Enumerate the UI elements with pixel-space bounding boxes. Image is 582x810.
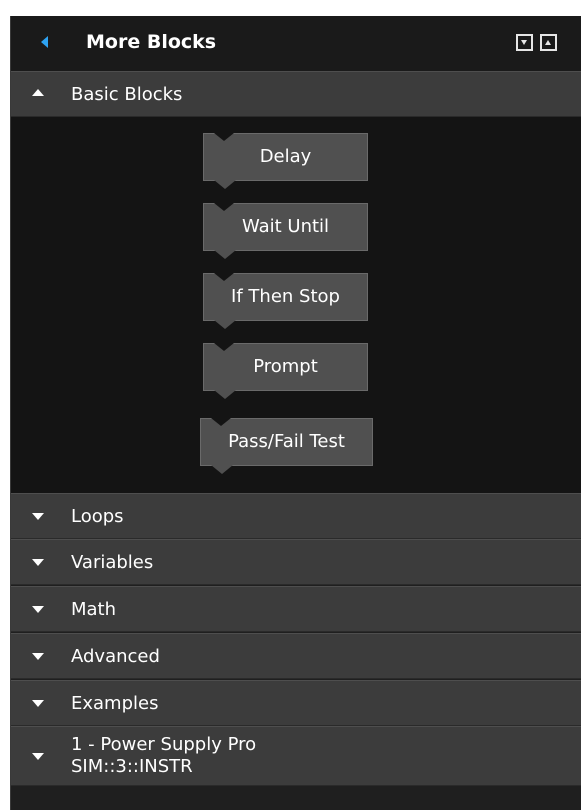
restore-window-button[interactable] xyxy=(540,34,557,51)
section-label: Math xyxy=(71,599,117,620)
section-advanced[interactable]: Advanced xyxy=(11,633,581,679)
expand-arrow-icon xyxy=(32,753,44,760)
instrument-name: 1 - Power Supply Pro xyxy=(71,734,257,755)
expand-arrow-icon xyxy=(32,559,44,566)
minimize-window-button[interactable] xyxy=(516,34,533,51)
block-label: Delay xyxy=(259,146,312,167)
section-basic-blocks[interactable]: Basic Blocks xyxy=(11,71,581,117)
block-label: Pass/Fail Test xyxy=(228,431,345,452)
expand-arrow-icon xyxy=(32,653,44,660)
basic-blocks-area: Delay Wait Until If Then Stop Prompt Pas… xyxy=(11,117,581,493)
block-label: If Then Stop xyxy=(231,286,340,307)
block-prompt[interactable]: Prompt xyxy=(203,343,368,399)
block-delay[interactable]: Delay xyxy=(203,133,368,189)
section-instrument[interactable]: 1 - Power Supply Pro SIM::3::INSTR xyxy=(11,726,581,786)
instrument-address: SIM::3::INSTR xyxy=(71,756,193,777)
section-label: Examples xyxy=(71,693,159,714)
section-loops[interactable]: Loops xyxy=(11,493,581,539)
section-label: Loops xyxy=(71,506,124,527)
block-wait-until[interactable]: Wait Until xyxy=(203,203,368,259)
section-math[interactable]: Math xyxy=(11,586,581,632)
more-blocks-panel: More Blocks Basic Blocks Delay Wait Unti… xyxy=(10,16,581,810)
collapse-arrow-icon xyxy=(32,89,44,96)
section-variables[interactable]: Variables xyxy=(11,539,581,585)
collapse-panel-icon[interactable] xyxy=(41,36,48,48)
chevron-down-icon xyxy=(521,40,527,45)
panel-title: More Blocks xyxy=(86,31,217,53)
block-label: Wait Until xyxy=(241,216,330,237)
section-label: 1 - Power Supply Pro SIM::3::INSTR xyxy=(71,734,256,778)
section-label: Advanced xyxy=(71,646,160,667)
block-label: Prompt xyxy=(253,356,318,377)
section-examples[interactable]: Examples xyxy=(11,680,581,726)
panel-header: More Blocks xyxy=(11,16,581,71)
expand-arrow-icon xyxy=(32,700,44,707)
expand-arrow-icon xyxy=(32,513,44,520)
expand-arrow-icon xyxy=(32,606,44,613)
section-label: Basic Blocks xyxy=(71,84,183,105)
chevron-up-icon xyxy=(545,40,551,45)
section-label: Variables xyxy=(71,552,154,573)
block-if-then-stop[interactable]: If Then Stop xyxy=(203,273,368,329)
block-pass-fail-test[interactable]: Pass/Fail Test xyxy=(200,418,373,474)
